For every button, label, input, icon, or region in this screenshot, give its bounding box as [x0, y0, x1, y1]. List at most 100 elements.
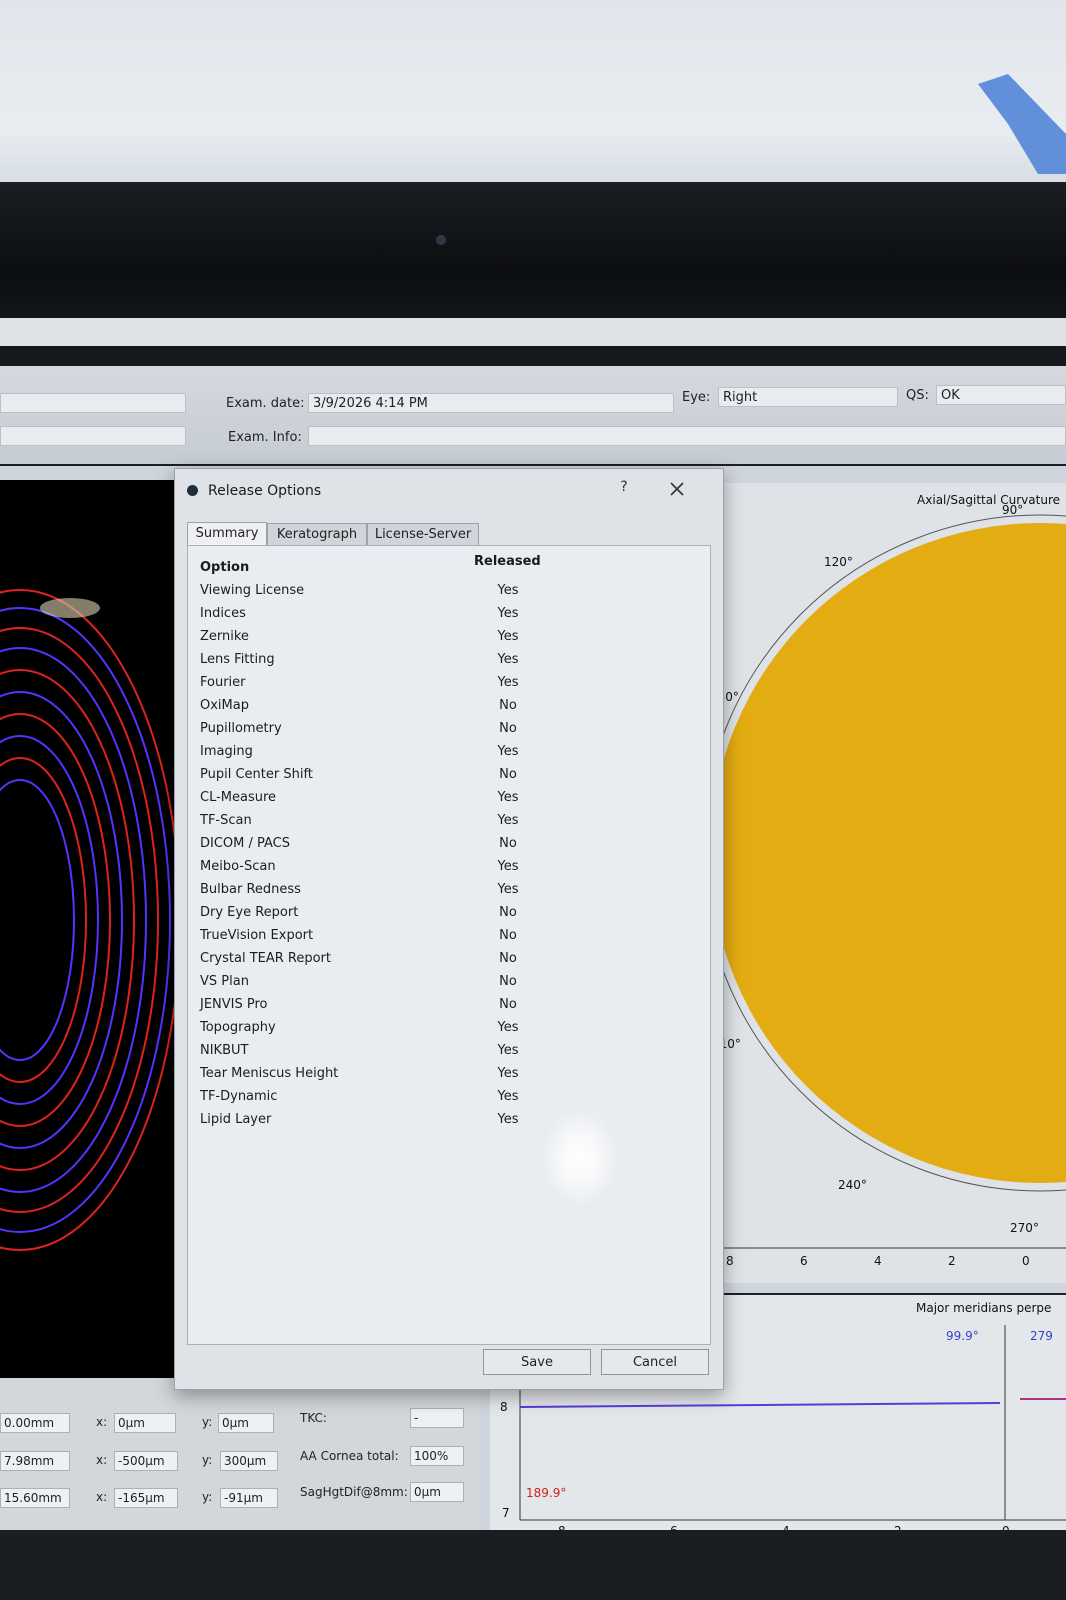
option-released: Yes	[497, 1066, 519, 1081]
save-button[interactable]: Save	[483, 1349, 591, 1375]
eye-field[interactable]: Right	[718, 387, 898, 407]
option-released: No	[499, 951, 517, 966]
option-name: VS Plan	[200, 974, 249, 989]
list-item: Bulbar Redness Yes	[188, 879, 708, 902]
angle-270: 270°	[1010, 1221, 1039, 1235]
exam-date-field[interactable]: 3/9/2026 4:14 PM	[308, 393, 674, 413]
window-toolbar-dark	[0, 346, 1066, 368]
scale-2: 2	[948, 1254, 956, 1268]
help-button[interactable]: ?	[615, 479, 633, 501]
app-icon	[187, 485, 198, 496]
option-released: No	[499, 997, 517, 1012]
list-item: TF-Scan Yes	[188, 810, 708, 833]
option-name: Dry Eye Report	[200, 905, 299, 920]
x-label-1: x:	[96, 1415, 108, 1429]
option-name: Lipid Layer	[200, 1112, 272, 1127]
tab-summary[interactable]: Summary	[187, 522, 267, 546]
x-field-3[interactable]: -165µm	[114, 1488, 178, 1508]
option-released: No	[499, 698, 517, 713]
y-tick-8: 8	[500, 1400, 508, 1414]
option-released: No	[499, 905, 517, 920]
list-item: CL-Measure Yes	[188, 787, 708, 810]
list-item: Fourier Yes	[188, 672, 708, 695]
y-label-3: y:	[202, 1490, 213, 1504]
list-item: Imaging Yes	[188, 741, 708, 764]
option-released: Yes	[497, 1089, 519, 1104]
tab-license-server[interactable]: License-Server	[367, 523, 479, 545]
saghgt-label: SagHgtDif@8mm:	[300, 1485, 408, 1499]
list-item: Dry Eye Report No	[188, 902, 708, 925]
option-name: Viewing License	[200, 583, 305, 598]
option-released: No	[499, 767, 517, 782]
y-field-2[interactable]: 300µm	[220, 1451, 278, 1471]
option-released: Yes	[497, 606, 519, 621]
saghgt-field[interactable]: 0µm	[410, 1482, 464, 1502]
x-field-2[interactable]: -500µm	[114, 1451, 178, 1471]
ring-mm-2[interactable]: 7.98mm	[0, 1451, 70, 1471]
option-name: JENVIS Pro	[200, 997, 268, 1012]
scale-4: 4	[874, 1254, 882, 1268]
tkc-label: TKC:	[300, 1411, 327, 1425]
release-options-dialog: Release Options ? Summary Keratograph Li…	[174, 468, 724, 1390]
window-top-strip	[0, 318, 1066, 348]
list-item: OxiMap No	[188, 695, 708, 718]
option-released: Yes	[497, 1020, 519, 1035]
exam-info-field[interactable]	[308, 426, 1066, 446]
column-option: Option	[200, 560, 250, 575]
summary-panel: Option Released Viewing License Yes Indice…	[187, 545, 711, 1345]
option-name: Topography	[200, 1020, 276, 1035]
ring-mm-1[interactable]: 0.00mm	[0, 1413, 70, 1433]
list-item: DICOM / PACS No	[188, 833, 708, 856]
list-item: TrueVision Export No	[188, 925, 708, 948]
background-wall	[0, 0, 1066, 185]
option-name: Pupillometry	[200, 721, 282, 736]
y-label-2: y:	[202, 1453, 213, 1467]
tab-keratograph[interactable]: Keratograph	[267, 523, 367, 545]
cancel-button[interactable]: Cancel	[601, 1349, 709, 1375]
curvature-title: Axial/Sagittal Curvature	[917, 493, 1060, 507]
list-item: TF-Dynamic Yes	[188, 1086, 708, 1109]
option-released: Yes	[497, 882, 519, 897]
list-item: VS Plan No	[188, 971, 708, 994]
x-label-2: x:	[96, 1453, 108, 1467]
option-name: CL-Measure	[200, 790, 277, 805]
ring-mm-3[interactable]: 15.60mm	[0, 1488, 70, 1508]
option-released: Yes	[497, 583, 519, 598]
option-released: No	[499, 974, 517, 989]
y-field-3[interactable]: -91µm	[220, 1488, 278, 1508]
x-field-1[interactable]: 0µm	[114, 1413, 176, 1433]
y-field-1[interactable]: 0µm	[218, 1413, 274, 1433]
option-released: Yes	[497, 629, 519, 644]
meridian-label-c: 189.9°	[526, 1486, 566, 1500]
option-released: Yes	[497, 1112, 519, 1127]
list-item: Crystal TEAR Report No	[188, 948, 708, 971]
app-screen: Exam. date: 3/9/2026 4:14 PM Eye: Right …	[0, 318, 1066, 1600]
close-icon[interactable]	[665, 477, 689, 501]
exam-info-label: Exam. Info:	[228, 430, 302, 445]
qs-field[interactable]: OK	[936, 385, 1066, 405]
aa-cornea-field[interactable]: 100%	[410, 1446, 464, 1466]
option-name: Bulbar Redness	[200, 882, 301, 897]
option-released: Yes	[497, 813, 519, 828]
list-item: Meibo-Scan Yes	[188, 856, 708, 879]
x-label-3: x:	[96, 1490, 108, 1504]
curvature-map-panel: Axial/Sagittal Curvature 90° 120° 150° 2…	[700, 483, 1066, 1283]
list-item: JENVIS Pro No	[188, 994, 708, 1017]
option-released: Yes	[497, 744, 519, 759]
dialog-titlebar[interactable]: Release Options ?	[175, 469, 723, 509]
option-name: Zernike	[200, 629, 249, 644]
patient-field-2[interactable]	[0, 426, 186, 446]
patient-field-1[interactable]	[0, 393, 186, 413]
list-item: Indices Yes	[188, 603, 708, 626]
list-item: Tear Meniscus Height Yes	[188, 1063, 708, 1086]
placido-rings	[0, 589, 181, 1251]
exam-date-label: Exam. date:	[226, 396, 305, 411]
option-name: TrueVision Export	[200, 928, 314, 943]
dialog-title: Release Options	[208, 483, 322, 499]
option-released: No	[499, 721, 517, 736]
curvature-map: 90° 120° 150° 210° 240° 270° 8 6 4 2 0	[701, 503, 1066, 1268]
tkc-field[interactable]: -	[410, 1408, 464, 1428]
aa-cornea-label: AA Cornea total:	[300, 1449, 399, 1463]
scale-6: 6	[800, 1254, 808, 1268]
scale-0: 0	[1022, 1254, 1030, 1268]
